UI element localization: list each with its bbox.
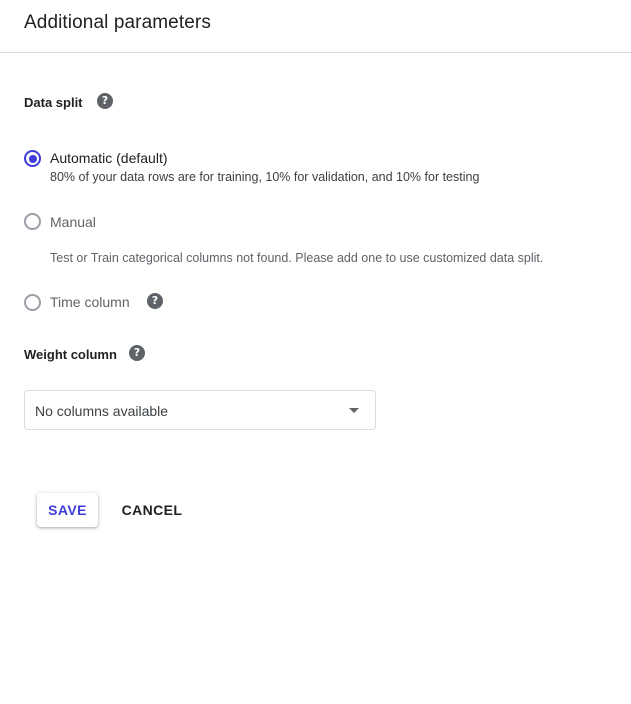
weight-column-select-value: No columns available [35,403,169,419]
radio-time-column-label[interactable]: Time column [50,294,130,310]
weight-column-select[interactable]: No columns available [24,390,376,430]
radio-automatic[interactable] [24,150,41,167]
cancel-button[interactable]: CANCEL [116,493,188,527]
chevron-down-icon [349,408,359,413]
weight-column-help-icon[interactable]: ? [129,345,145,361]
save-button[interactable]: SAVE [37,493,98,527]
radio-manual-description: Test or Train categorical columns not fo… [50,251,544,265]
weight-column-label: Weight column [24,347,117,362]
time-column-help-icon[interactable]: ? [147,293,163,309]
dialog-header: Additional parameters [0,0,631,53]
radio-manual-label[interactable]: Manual [50,214,96,230]
data-split-label: Data split [24,95,83,110]
page-title: Additional parameters [24,12,211,33]
data-split-help-icon[interactable]: ? [97,93,113,109]
radio-time-column[interactable] [24,294,41,311]
radio-manual[interactable] [24,213,41,230]
radio-automatic-label[interactable]: Automatic (default) [50,150,168,166]
radio-automatic-description: 80% of your data rows are for training, … [50,170,480,184]
